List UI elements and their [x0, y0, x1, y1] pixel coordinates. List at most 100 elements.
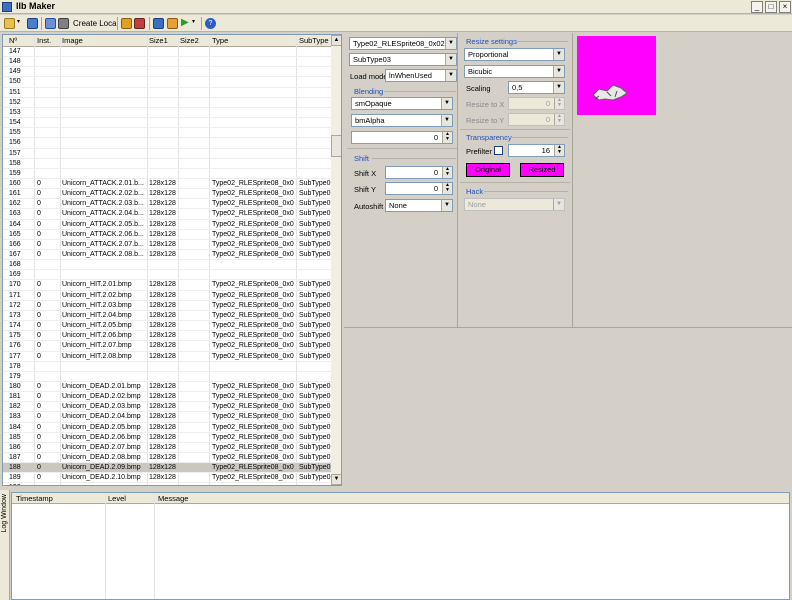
table-row[interactable]: 168	[3, 260, 331, 271]
log-column-timestamp[interactable]: Timestamp	[16, 494, 53, 503]
help-icon[interactable]: ?	[205, 18, 216, 29]
chevron-down-icon[interactable]: ▼	[553, 82, 564, 93]
chevron-down-icon[interactable]: ▼	[441, 115, 452, 126]
chevron-down-icon[interactable]: ▼	[553, 66, 564, 77]
chevron-down-icon[interactable]: ▼	[553, 199, 564, 210]
table-row[interactable]: 147	[3, 47, 331, 58]
chevron-down-icon[interactable]: ▼	[441, 98, 452, 109]
resize-mode-select[interactable]: Proportional ▼	[464, 48, 565, 61]
table-row[interactable]: 181 0 Unicorn_DEAD.2.02.bmp 128x128 Type02_R…	[3, 392, 331, 403]
original-color-button[interactable]: Original	[466, 163, 510, 177]
column-header-inst[interactable]: Inst.	[37, 36, 51, 45]
log-window-tab[interactable]: Log Window	[0, 490, 10, 600]
table-row[interactable]: 153	[3, 108, 331, 119]
chevron-down-icon[interactable]: ▼	[553, 49, 564, 60]
table-row[interactable]: 169	[3, 270, 331, 281]
table-row[interactable]: 175 0 Unicorn_HIT.2.06.bmp 128x128 Type02_RL…	[3, 331, 331, 342]
scaling-select[interactable]: 0,5 ▼	[508, 81, 565, 94]
table-row[interactable]: 167 0 Unicorn_ATTACK.2.08.b... 128x128 Type0…	[3, 250, 331, 261]
spinner-arrows-icon[interactable]: ▲ ▼	[554, 114, 564, 125]
resized-color-button[interactable]: Resized	[520, 163, 564, 177]
table-row[interactable]: 156	[3, 138, 331, 149]
table-row[interactable]: 189 0 Unicorn_DEAD.2.10.bmp 128x128 Type02_R…	[3, 473, 331, 484]
minimize-button[interactable]: _	[751, 1, 763, 13]
table-row[interactable]: 161 0 Unicorn_ATTACK.2.02.b... 128x128 Type0…	[3, 189, 331, 200]
maximize-button[interactable]: □	[765, 1, 777, 13]
resize-filter-select[interactable]: Bicubic ▼	[464, 65, 565, 78]
table-row[interactable]: 160 0 Unicorn_ATTACK.2.01.b... 128x128 Type0…	[3, 179, 331, 190]
table-row[interactable]: 186 0 Unicorn_DEAD.2.07.bmp 128x128 Type02_R…	[3, 443, 331, 454]
table-row[interactable]: 157	[3, 149, 331, 159]
resize-x-spinner[interactable]: 0 ▲ ▼	[508, 97, 565, 110]
table-row[interactable]: 170 0 Unicorn_HIT.2.01.bmp 128x128 Type02_RL…	[3, 280, 331, 291]
log-column-level[interactable]: Level	[108, 494, 126, 503]
settings-icon[interactable]	[167, 18, 178, 29]
scroll-up-icon[interactable]: ▲	[331, 35, 341, 46]
column-header-number[interactable]: Nº	[9, 36, 17, 45]
tags-icon[interactable]	[134, 18, 145, 29]
shift-x-spinner[interactable]: 0 ▲ ▼	[385, 166, 453, 179]
table-row[interactable]: 174 0 Unicorn_HIT.2.05.bmp 128x128 Type02_RL…	[3, 321, 331, 332]
calendar-icon[interactable]	[45, 18, 56, 29]
table-row[interactable]: 150	[3, 77, 331, 88]
table-row[interactable]: 172 0 Unicorn_HIT.2.03.bmp 128x128 Type02_RL…	[3, 301, 331, 311]
blend-value-spinner[interactable]: 0 ▲ ▼	[351, 131, 453, 144]
table-row[interactable]: 187 0 Unicorn_DEAD.2.08.bmp 128x128 Type02_R…	[3, 453, 331, 464]
table-row[interactable]: 152	[3, 98, 331, 108]
table-row[interactable]: 159	[3, 169, 331, 179]
create-local-icon[interactable]	[58, 18, 69, 29]
table-row[interactable]: 173 0 Unicorn_HIT.2.04.bmp 128x128 Type02_RL…	[3, 311, 331, 322]
column-header-size2[interactable]: Size2	[180, 36, 199, 45]
open-folder-icon[interactable]	[4, 18, 15, 29]
table-row[interactable]: 190	[3, 483, 331, 485]
scroll-thumb[interactable]	[331, 135, 341, 157]
save-icon[interactable]	[27, 18, 38, 29]
blend-mode1-select[interactable]: smOpaque ▼	[351, 97, 453, 110]
tag-icon[interactable]	[121, 18, 132, 29]
table-row[interactable]: 155	[3, 128, 331, 139]
table-row[interactable]: 185 0 Unicorn_DEAD.2.06.bmp 128x128 Type02_R…	[3, 433, 331, 443]
table-scrollbar[interactable]: ▲ ▼	[331, 35, 341, 485]
log-column-message[interactable]: Message	[158, 494, 188, 503]
create-local-button[interactable]: Create Local	[73, 17, 118, 30]
chevron-down-icon[interactable]: ▼	[445, 54, 456, 65]
load-mode-select[interactable]: lnWhenUsed ▼	[385, 69, 457, 82]
table-row[interactable]: 182 0 Unicorn_DEAD.2.03.bmp 128x128 Type02_R…	[3, 402, 331, 413]
table-row[interactable]: 179	[3, 372, 331, 382]
sprite-table[interactable]: Nº Inst. Image Size1 Size2 Type SubType …	[2, 34, 342, 486]
open-dropdown-icon[interactable]: ▾	[17, 18, 22, 29]
table-row[interactable]: 180 0 Unicorn_DEAD.2.01.bmp 128x128 Type02_R…	[3, 382, 331, 393]
autoshift-select[interactable]: None ▼	[385, 199, 453, 212]
blend-mode2-select[interactable]: bmAlpha ▼	[351, 114, 453, 127]
prefilter-checkbox[interactable]	[494, 146, 503, 155]
spinner-arrows-icon[interactable]: ▲ ▼	[442, 167, 452, 178]
table-row[interactable]: 183 0 Unicorn_DEAD.2.04.bmp 128x128 Type02_R…	[3, 412, 331, 423]
chevron-down-icon[interactable]: ▼	[441, 200, 452, 211]
column-header-image[interactable]: Image	[62, 36, 83, 45]
table-row[interactable]: 171 0 Unicorn_HIT.2.02.bmp 128x128 Type02_RL…	[3, 291, 331, 301]
hack-select[interactable]: None ▼	[464, 198, 565, 211]
subtype-select[interactable]: SubType03 ▼	[349, 53, 457, 66]
column-header-subtype[interactable]: SubType	[299, 36, 329, 45]
spinner-arrows-icon[interactable]: ▲ ▼	[442, 183, 452, 194]
chevron-down-icon[interactable]: ▼	[445, 70, 456, 81]
table-row[interactable]: 148	[3, 57, 331, 68]
table-row[interactable]: 154	[3, 118, 331, 129]
table-row[interactable]: 176 0 Unicorn_HIT.2.07.bmp 128x128 Type02_RL…	[3, 341, 331, 352]
table-row[interactable]: 151	[3, 88, 331, 98]
run-dropdown-icon[interactable]: ▾	[192, 18, 197, 29]
table-row[interactable]: 184 0 Unicorn_DEAD.2.05.bmp 128x128 Type02_R…	[3, 423, 331, 433]
spinner-arrows-icon[interactable]: ▲ ▼	[442, 132, 452, 143]
scroll-down-icon[interactable]: ▼	[331, 474, 341, 485]
table-row[interactable]: 165 0 Unicorn_ATTACK.2.06.b... 128x128 Type0…	[3, 230, 331, 240]
resize-y-spinner[interactable]: 0 ▲ ▼	[508, 113, 565, 126]
table-row[interactable]: 164 0 Unicorn_ATTACK.2.05.b... 128x128 Type0…	[3, 220, 331, 230]
log-table[interactable]: Timestamp Level Message	[11, 492, 790, 600]
prefilter-spinner[interactable]: 16 ▲ ▼	[508, 144, 565, 157]
table-row[interactable]: 177 0 Unicorn_HIT.2.08.bmp 128x128 Type02_RL…	[3, 352, 331, 362]
column-header-size1[interactable]: Size1	[149, 36, 168, 45]
table-row[interactable]: 149	[3, 67, 331, 78]
column-header-type[interactable]: Type	[212, 36, 228, 45]
table-row[interactable]: 166 0 Unicorn_ATTACK.2.07.b... 128x128 Type0…	[3, 240, 331, 251]
type-select[interactable]: Type02_RLESprite08_0x02 ▼	[349, 37, 457, 50]
